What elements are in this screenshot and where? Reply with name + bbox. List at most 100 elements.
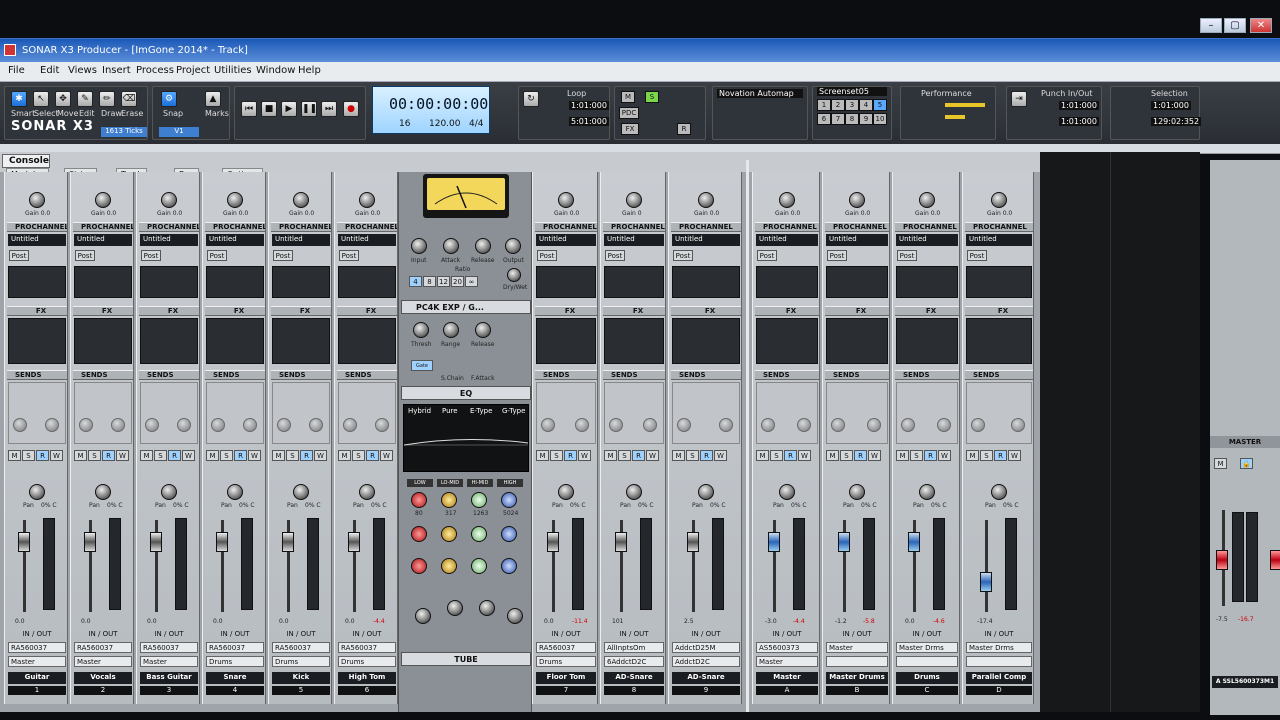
prochannel-header[interactable]: PROCHANNEL [825, 222, 889, 232]
button-r[interactable]: R [300, 450, 313, 461]
bus-separator[interactable] [746, 160, 749, 712]
input-select[interactable]: RA560037 [206, 642, 264, 653]
volume-fader[interactable] [838, 532, 850, 552]
eq-low-gain-knob[interactable] [411, 492, 427, 508]
output-select[interactable] [826, 656, 888, 667]
button-w[interactable]: W [248, 450, 261, 461]
send-level-knob[interactable] [831, 418, 845, 432]
preset-name[interactable]: Untitled [74, 234, 132, 246]
fx-bin[interactable] [536, 318, 596, 364]
input-select[interactable]: RA560037 [74, 642, 132, 653]
gain-knob[interactable] [779, 192, 795, 208]
send-pan-knob[interactable] [575, 418, 589, 432]
output-select[interactable]: Master [8, 656, 66, 667]
gain-knob[interactable] [95, 192, 111, 208]
pan-knob[interactable] [227, 484, 243, 500]
send-pan-knob[interactable] [937, 418, 951, 432]
post-button[interactable]: Post [827, 250, 847, 261]
post-button[interactable]: Post [273, 250, 293, 261]
pan-knob[interactable] [626, 484, 642, 500]
post-button[interactable]: Post [967, 250, 987, 261]
play-icon[interactable]: ▶ [281, 101, 297, 117]
button-s[interactable]: S [770, 450, 783, 461]
button-m[interactable]: M [604, 450, 617, 461]
master-lock-icon[interactable]: 🔒 [1240, 458, 1253, 469]
button-w[interactable]: W [380, 450, 393, 461]
eq-high-q-knob[interactable] [501, 558, 517, 574]
sends-area[interactable] [826, 382, 888, 444]
sends-header[interactable]: SENDS [755, 370, 819, 380]
pdc-button[interactable]: PDC [619, 107, 639, 119]
time-signature[interactable]: 4/4 [469, 119, 483, 129]
gain-knob[interactable] [558, 192, 574, 208]
gain-knob[interactable] [849, 192, 865, 208]
eq-lomid-freq-knob[interactable] [441, 526, 457, 542]
prochannel-header[interactable]: PROCHANNEL [965, 222, 1033, 232]
button-m[interactable]: M [338, 450, 351, 461]
send-pan-knob[interactable] [1011, 418, 1025, 432]
button-w[interactable]: W [646, 450, 659, 461]
screenset-2[interactable]: 2 [831, 99, 845, 111]
screenset-1[interactable]: 1 [817, 99, 831, 111]
send-level-knob[interactable] [901, 418, 915, 432]
eq-trim-knob[interactable] [479, 600, 495, 616]
menu-insert[interactable]: Insert [102, 65, 131, 76]
button-s[interactable]: S [286, 450, 299, 461]
volume-fader[interactable] [282, 532, 294, 552]
send-level-knob[interactable] [343, 418, 357, 432]
button-w[interactable]: W [714, 450, 727, 461]
output-select[interactable]: Drums [338, 656, 396, 667]
send-pan-knob[interactable] [309, 418, 323, 432]
eq-lomid-gain-knob[interactable] [441, 492, 457, 508]
send-pan-knob[interactable] [643, 418, 657, 432]
send-level-knob[interactable] [277, 418, 291, 432]
eq-gain-knob[interactable] [447, 600, 463, 616]
sends-area[interactable] [896, 382, 958, 444]
post-button[interactable]: Post [9, 250, 29, 261]
track-name[interactable]: Kick [272, 672, 330, 684]
fx-bin[interactable] [272, 318, 330, 364]
screenset-6[interactable]: 6 [817, 113, 831, 125]
track-name[interactable]: AD-Snare [604, 672, 664, 684]
fx-bin[interactable] [8, 318, 66, 364]
preset-name[interactable]: Untitled [140, 234, 198, 246]
input-select[interactable]: RA560037 [536, 642, 596, 653]
sends-area[interactable] [338, 382, 396, 444]
prochannel-header[interactable]: PROCHANNEL [535, 222, 597, 232]
fx-header[interactable]: FX [603, 306, 665, 316]
preset-name[interactable]: Untitled [604, 234, 664, 246]
input-select[interactable]: AddctD25M [672, 642, 740, 653]
button-m[interactable]: M [896, 450, 909, 461]
automap-selector[interactable]: Novation Automap [717, 89, 803, 98]
input-select[interactable]: RA560037 [140, 642, 198, 653]
send-level-knob[interactable] [541, 418, 555, 432]
thresh-knob[interactable] [413, 322, 429, 338]
dry-wet-knob[interactable] [507, 268, 521, 282]
vi-selector[interactable]: V1 [159, 127, 199, 137]
ratio-12[interactable]: 12 [437, 276, 450, 287]
mix-mute-button[interactable]: M [621, 91, 635, 103]
select-tool-icon[interactable]: ↖ [33, 91, 49, 107]
fx-header[interactable]: FX [139, 306, 199, 316]
pan-knob[interactable] [849, 484, 865, 500]
fx-header[interactable]: FX [535, 306, 597, 316]
button-s[interactable]: S [840, 450, 853, 461]
master-output[interactable]: A SSL5600373M1 [1212, 676, 1278, 688]
menu-file[interactable]: File [8, 65, 25, 76]
gain-knob[interactable] [991, 192, 1007, 208]
volume-fader[interactable] [547, 532, 559, 552]
comp-output-knob[interactable] [505, 238, 521, 254]
sends-area[interactable] [8, 382, 66, 444]
screenset-7[interactable]: 7 [831, 113, 845, 125]
ratio-8[interactable]: 8 [423, 276, 436, 287]
comp-attack-knob[interactable] [443, 238, 459, 254]
time-display[interactable]: 00:00:00:00 16 120.00 4/4 [372, 86, 490, 134]
output-select[interactable]: Drums [206, 656, 264, 667]
button-r[interactable]: R [102, 450, 115, 461]
volume-fader[interactable] [615, 532, 627, 552]
button-s[interactable]: S [618, 450, 631, 461]
loop-end[interactable]: 5:01:000 [569, 117, 609, 126]
gain-knob[interactable] [698, 192, 714, 208]
preset-name[interactable]: Untitled [826, 234, 888, 246]
send-level-knob[interactable] [145, 418, 159, 432]
